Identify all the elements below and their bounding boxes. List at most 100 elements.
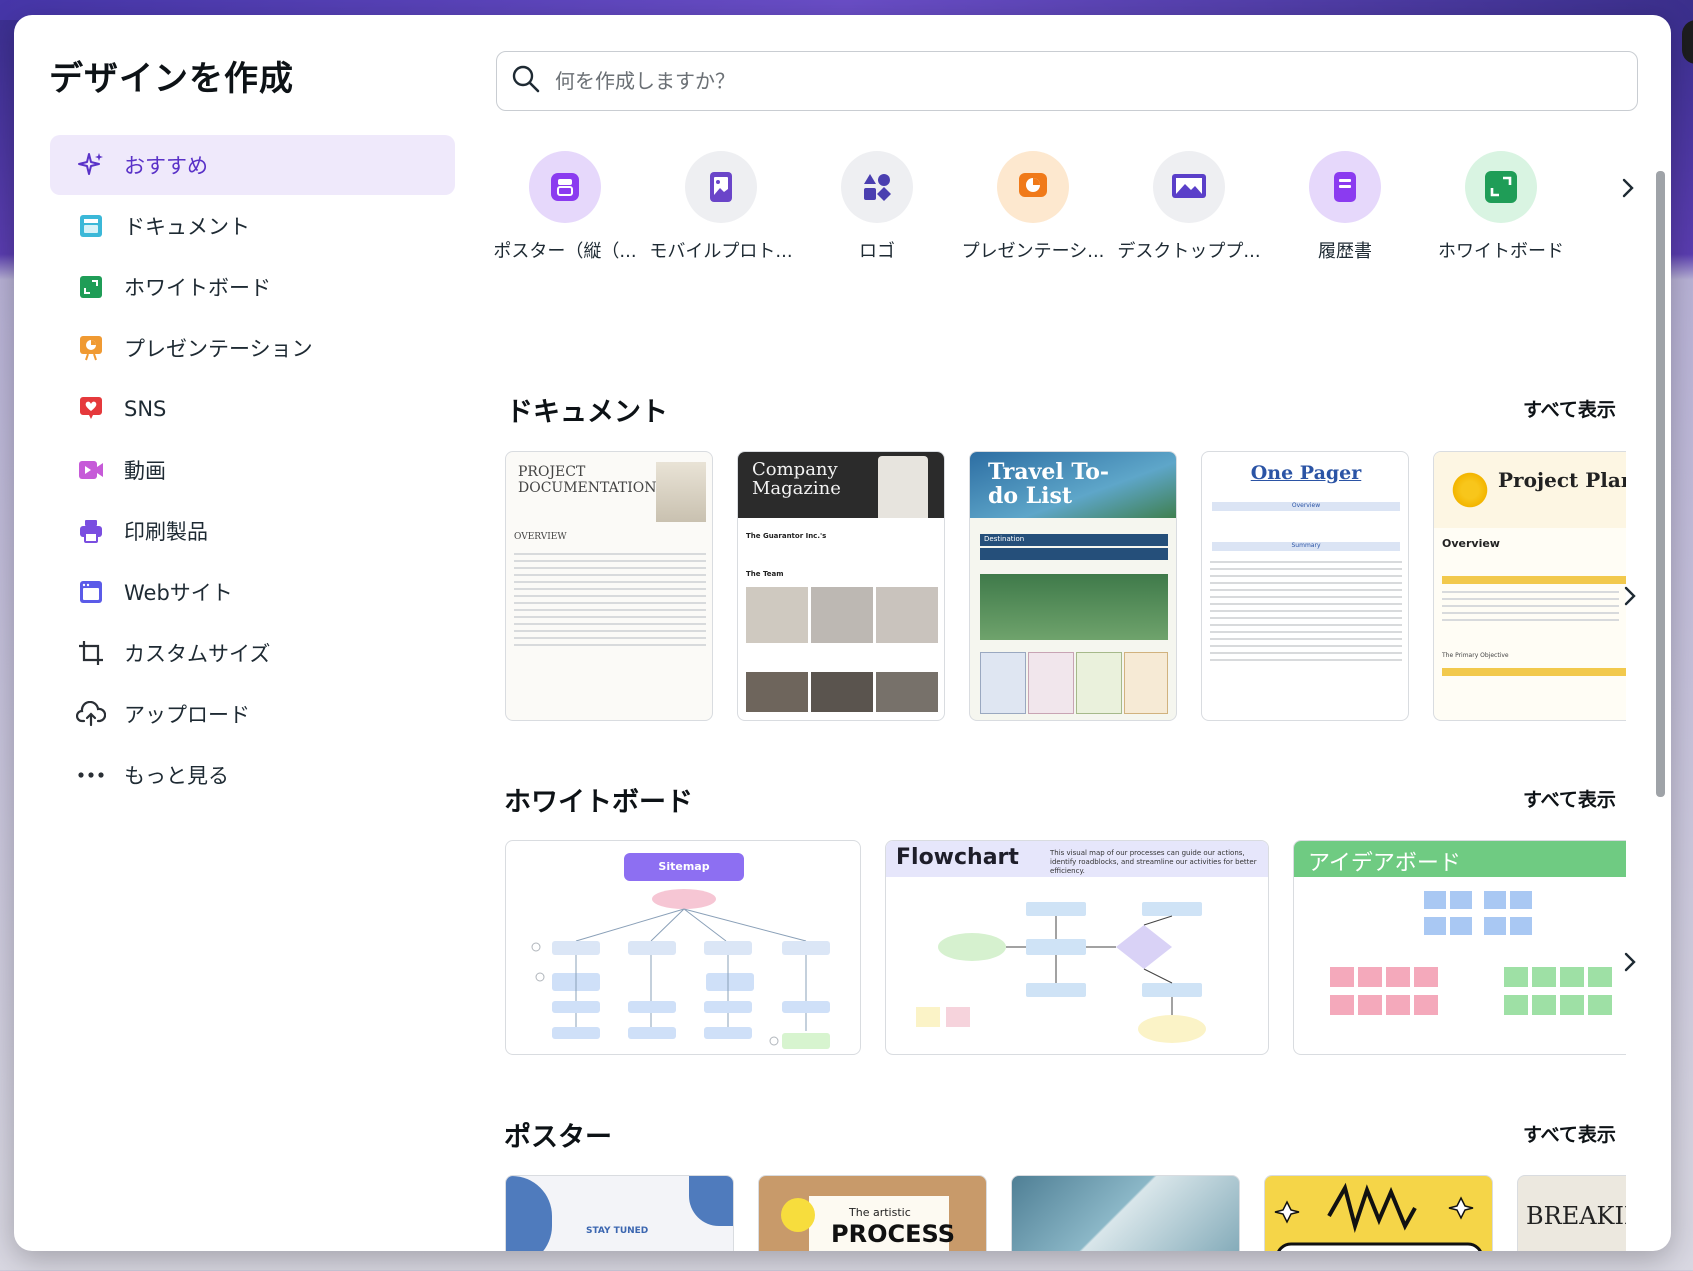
whiteboard-card-ideaboard[interactable]: アイデアボード [1293,840,1626,1055]
video-icon [76,455,106,485]
printer-icon [76,516,106,546]
poster-card-breaking[interactable]: BREAKIN [1517,1175,1626,1251]
card-table-header [1442,576,1626,584]
quick-item-label: モバイルプロト... [649,241,793,262]
sidebar-item-video[interactable]: 動画 [50,439,455,500]
quick-item-presentation[interactable]: プレゼンテーシ... [958,151,1108,263]
presentation-icon [76,333,106,363]
sidebar-item-print[interactable]: 印刷製品 [50,500,455,561]
close-button[interactable] [1682,20,1693,64]
doc-card-company-magazine[interactable]: Company Magazine The Guarantor Inc.'s Th… [737,451,945,721]
sidebar-item-recommended[interactable]: おすすめ [50,135,455,195]
whiteboard-icon [76,272,106,302]
see-all-documents[interactable]: すべて表示 [1523,395,1616,422]
card-shape [689,1176,733,1226]
quick-item-label: 履歴書 [1318,241,1372,262]
sidebar-item-custom-size[interactable]: カスタムサイズ [50,622,455,683]
card-title: One Pager [1250,462,1362,484]
card-subtitle: Destination [984,535,1025,543]
presentation-icon [997,151,1069,223]
scrollbar-thumb[interactable] [1656,171,1665,797]
team-photo [746,587,808,643]
card-subtitle: The Guarantor Inc.'s [746,532,827,540]
upload-icon [76,699,106,729]
search-box[interactable] [496,51,1638,111]
sidebar-item-label: Webサイト [124,580,233,605]
sidebar-item-website[interactable]: Webサイト [50,561,455,622]
card-title: Sitemap [624,853,744,881]
see-all-whiteboards[interactable]: すべて表示 [1523,785,1616,812]
poster-card-geometric[interactable] [1011,1175,1240,1251]
doc-card-project-plan[interactable]: Project Plan Overview The Primary Object… [1433,451,1626,721]
logo-icon [841,151,913,223]
quick-item-mobile[interactable]: モバイルプロト... [646,151,796,263]
website-icon [76,577,106,607]
quick-item-logo[interactable]: ロゴ [802,151,952,263]
sidebar-item-label: カスタムサイズ [124,641,271,666]
whiteboard-card-flowchart[interactable]: Flowchart This visual map of our process… [885,840,1269,1055]
chevron-right-icon[interactable] [1618,581,1642,611]
poster-card-stay-tuned[interactable]: STAY TUNED [505,1175,734,1251]
sidebar-item-label: おすすめ [124,154,208,178]
card-photo [980,574,1168,640]
team-photo [811,587,873,643]
card-lines [1202,556,1408,666]
doc-icon [76,211,106,241]
flower-icon [1450,470,1490,510]
sidebar-item-label: プレゼンテーション [124,336,313,361]
quick-item-whiteboard[interactable]: ホワイトボード [1426,151,1576,263]
chevron-right-icon[interactable] [1616,173,1640,203]
poster-card-artistic-process[interactable]: The artistic PROCESS [758,1175,987,1251]
sidebar-item-label: SNS [124,396,167,421]
card-subtitle: PROCESS [831,1220,955,1248]
quick-item-label: ポスター（縦（... [493,241,637,262]
quick-item-label: ホワイトボード [1438,241,1564,262]
more-icon [76,760,106,790]
card-title: Project Plan [1498,468,1626,492]
card-subtitle: OVERVIEW [514,532,567,542]
doc-card-one-pager[interactable]: One Pager Overview Summary [1201,451,1409,721]
card-title: Company Magazine [752,459,841,499]
card-subtitle-2: The Primary Objective [1442,652,1509,659]
search-input[interactable] [555,69,1555,93]
chevron-right-icon[interactable] [1618,947,1642,977]
poster-art [1274,1182,1482,1251]
doc-card-project-documentation[interactable]: PROJECT DOCUMENTATION OVERVIEW [505,451,713,721]
card-subtitle-2: Summary [1212,542,1400,551]
whiteboard-card-sitemap[interactable]: Sitemap [505,840,861,1055]
card-title: The artistic [849,1206,911,1219]
poster-card-yellow[interactable] [1264,1175,1493,1251]
smiley-icon [781,1198,815,1232]
card-table-header [1442,668,1626,676]
sidebar-item-documents[interactable]: ドキュメント [50,195,455,256]
card-column [1028,652,1074,714]
sidebar-item-label: ホワイトボード [124,275,271,300]
quick-item-label: プレゼンテーシ... [961,241,1105,262]
quick-create-row: ポスター（縦（... モバイルプロト... ロゴ プレゼンテーシ... デスクト… [490,151,1634,281]
sidebar-item-sns[interactable]: SNS [50,378,455,439]
card-title: BREAKIN [1526,1202,1626,1230]
see-all-posters[interactable]: すべて表示 [1523,1120,1616,1147]
heart-icon [76,394,106,424]
sidebar-item-more[interactable]: もっと見る [50,744,455,805]
card-column [1124,652,1168,714]
card-title: アイデアボード [1308,851,1461,876]
card-photo [878,456,928,518]
sidebar-item-label: もっと見る [124,763,229,788]
card-subtitle: Overview [1442,537,1500,550]
sitemap-diagram [531,889,830,1049]
card-title: PROJECT DOCUMENTATION [518,464,657,496]
sidebar-item-whiteboard[interactable]: ホワイトボード [50,256,455,317]
team-photo [746,672,808,712]
card-subtitle-2: The Team [746,570,784,578]
sidebar: デザインを作成 おすすめ ドキュメント ホワイトボード プレゼンテーション SN… [14,15,474,1251]
sidebar-item-upload[interactable]: アップロード [50,683,455,744]
quick-item-resume[interactable]: 履歴書 [1270,151,1420,263]
doc-card-travel-todo[interactable]: Travel To-do List Destination [969,451,1177,721]
card-photo [656,462,706,522]
sidebar-item-presentation[interactable]: プレゼンテーション [50,317,455,378]
quick-item-poster[interactable]: ポスター（縦（... [490,151,640,263]
quick-item-desktop[interactable]: デスクトッププ... [1114,151,1264,263]
sidebar-item-label: アップロード [124,702,250,727]
card-subtitle: Overview [1212,502,1400,511]
